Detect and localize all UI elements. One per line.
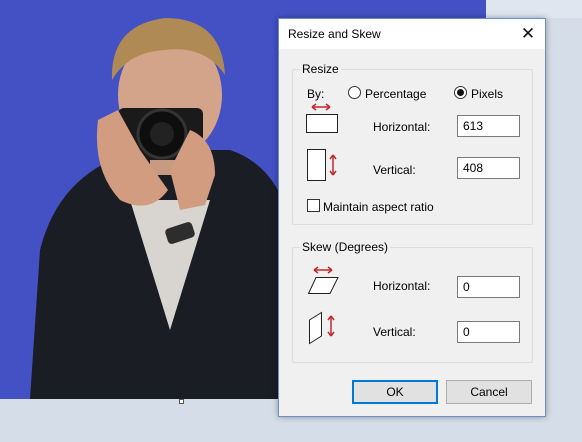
maintain-aspect-option[interactable]: Maintain aspect ratio <box>307 198 447 214</box>
percentage-radio[interactable] <box>348 86 361 99</box>
pixels-radio[interactable] <box>454 86 467 99</box>
workspace-strip <box>486 0 582 18</box>
resize-vertical-input[interactable] <box>457 157 520 179</box>
by-label: By: <box>307 87 325 101</box>
dialog-titlebar[interactable]: Resize and Skew ✕ <box>279 19 545 49</box>
resize-group: Resize By: Percentage Pixels Horizontal:… <box>292 62 533 225</box>
skew-vertical-input[interactable] <box>457 321 520 343</box>
resize-horizontal-label: Horizontal: <box>373 120 431 134</box>
canvas-resize-handle[interactable] <box>179 399 184 404</box>
skew-vertical-icon <box>309 311 335 345</box>
skew-horizontal-label: Horizontal: <box>373 279 431 293</box>
skew-group: Skew (Degrees) Horizontal: Vertical: <box>292 240 533 363</box>
dialog-title: Resize and Skew <box>288 27 381 41</box>
resize-group-label: Resize <box>300 62 341 76</box>
close-icon: ✕ <box>520 24 536 43</box>
pixels-radio-option[interactable]: Pixels <box>454 85 514 101</box>
resize-vertical-icon <box>307 149 337 181</box>
skew-horizontal-icon <box>307 266 339 294</box>
skew-vertical-label: Vertical: <box>373 325 416 339</box>
resize-skew-dialog: Resize and Skew ✕ Resize By: Percentage … <box>278 18 546 417</box>
resize-vertical-label: Vertical: <box>373 163 416 177</box>
resize-horizontal-icon <box>306 103 338 133</box>
percentage-radio-option[interactable]: Percentage <box>348 85 438 101</box>
percentage-label: Percentage <box>365 87 427 101</box>
pixels-label: Pixels <box>471 87 504 101</box>
skew-horizontal-input[interactable] <box>457 276 520 298</box>
cancel-button[interactable]: Cancel <box>446 380 532 404</box>
skew-group-label: Skew (Degrees) <box>300 240 391 254</box>
maintain-aspect-label: Maintain aspect ratio <box>323 200 434 214</box>
close-button[interactable]: ✕ <box>511 19 545 49</box>
ok-button[interactable]: OK <box>352 380 438 404</box>
resize-horizontal-input[interactable] <box>457 115 520 137</box>
maintain-aspect-checkbox[interactable] <box>307 199 320 212</box>
